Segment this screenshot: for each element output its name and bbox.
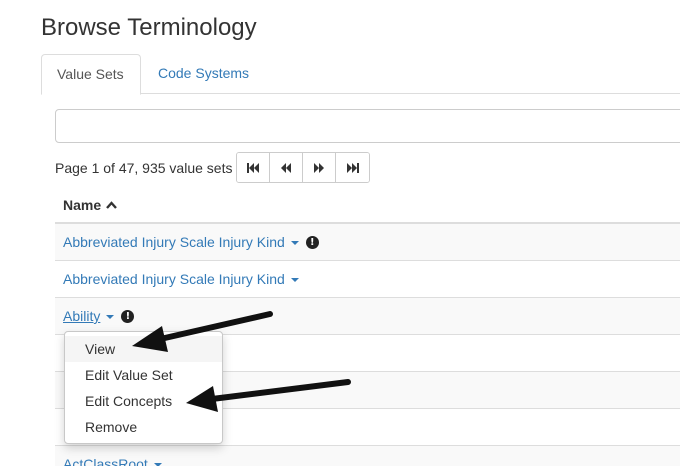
row-link[interactable]: Ability (63, 308, 100, 324)
tab-code-systems[interactable]: Code Systems (143, 54, 264, 94)
table-row: ActClassRoot (55, 446, 680, 466)
caret-down-icon[interactable] (290, 278, 299, 282)
menu-item-view[interactable]: View (65, 336, 222, 362)
first-page-icon (247, 162, 259, 173)
menu-item-edit-concepts[interactable]: Edit Concepts (65, 388, 222, 414)
table-row: Abbreviated Injury Scale Injury Kind ! (55, 224, 680, 261)
warning-icon: ! (305, 235, 319, 249)
caret-down-icon[interactable] (106, 315, 115, 319)
menu-item-remove[interactable]: Remove (65, 414, 222, 440)
row-link[interactable]: ActClassRoot (63, 456, 148, 466)
table-row: Ability ! (55, 298, 680, 335)
column-header-label: Name (63, 197, 102, 213)
tab-value-sets[interactable]: Value Sets (41, 54, 141, 95)
last-page-icon (346, 162, 359, 173)
pager-controls (236, 152, 370, 183)
actions-dropdown: View Edit Value Set Edit Concepts Remove (64, 331, 223, 444)
row-link[interactable]: Abbreviated Injury Scale Injury Kind (63, 271, 285, 287)
chevron-up-icon (106, 201, 118, 209)
previous-page-button[interactable] (270, 153, 303, 182)
menu-item-edit-value-set[interactable]: Edit Value Set (65, 362, 222, 388)
search-input[interactable] (55, 109, 680, 143)
column-header-name[interactable]: Name (63, 197, 118, 213)
warning-icon: ! (121, 309, 135, 323)
pager-status: Page 1 of 47, 935 value sets (55, 160, 233, 176)
next-page-button[interactable] (303, 153, 336, 182)
first-page-button[interactable] (237, 153, 270, 182)
last-page-button[interactable] (336, 153, 369, 182)
caret-down-icon[interactable] (290, 241, 299, 245)
page-title: Browse Terminology (41, 14, 257, 41)
tab-bar: Value Sets Code Systems (41, 54, 680, 95)
previous-page-icon (281, 162, 291, 173)
next-page-icon (314, 162, 324, 173)
row-link[interactable]: Abbreviated Injury Scale Injury Kind (63, 234, 285, 250)
table-row: Abbreviated Injury Scale Injury Kind (55, 261, 680, 298)
